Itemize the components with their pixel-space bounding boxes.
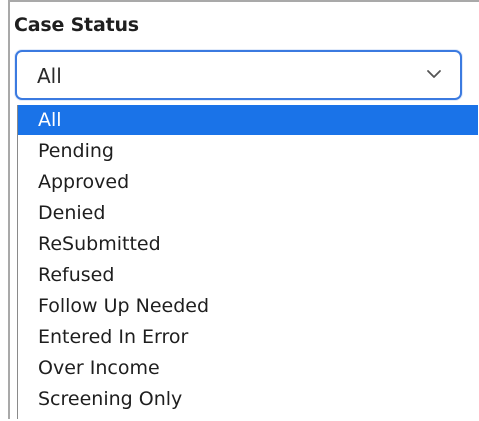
option-over-income[interactable]: Over Income <box>18 353 478 383</box>
option-denied[interactable]: Denied <box>18 198 478 228</box>
option-all[interactable]: All <box>18 105 478 135</box>
option-pending[interactable]: Pending <box>18 136 478 166</box>
case-status-options-list: All Pending Approved Denied ReSubmitted … <box>17 105 478 419</box>
case-status-label: Case Status <box>14 14 139 36</box>
option-resubmitted[interactable]: ReSubmitted <box>18 229 478 259</box>
left-divider <box>8 0 10 419</box>
chevron-down-icon <box>427 70 441 78</box>
top-divider <box>8 0 479 2</box>
option-follow-up-needed[interactable]: Follow Up Needed <box>18 291 478 321</box>
option-entered-in-error[interactable]: Entered In Error <box>18 322 478 352</box>
case-status-selected-value: All <box>37 64 62 88</box>
option-screening-only[interactable]: Screening Only <box>18 384 478 414</box>
option-approved[interactable]: Approved <box>18 167 478 197</box>
screenshot-frame: Case Status All All Pending Approved Den… <box>0 0 479 421</box>
case-status-select[interactable]: All <box>15 50 462 100</box>
option-refused[interactable]: Refused <box>18 260 478 290</box>
